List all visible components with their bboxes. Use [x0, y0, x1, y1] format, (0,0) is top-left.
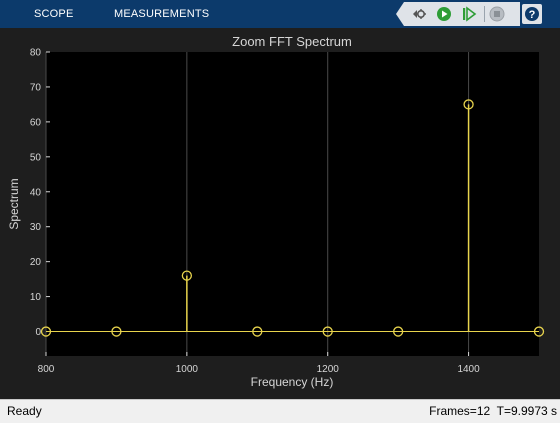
- zoom-config-icon[interactable]: [410, 5, 428, 23]
- y-tick-label: 50: [30, 152, 42, 163]
- y-tick-label: 70: [30, 82, 42, 93]
- status-bar: Ready Frames=12 T=9.9973 s: [0, 399, 560, 423]
- run-icon[interactable]: [435, 5, 453, 23]
- stop-icon[interactable]: [488, 5, 506, 23]
- x-tick-label: 1400: [457, 364, 480, 375]
- frames-count: Frames=12: [429, 404, 491, 418]
- y-tick-label: 80: [30, 48, 42, 59]
- toolstrip: SCOPE MEASUREMENTS ?: [0, 0, 560, 28]
- y-tick-label: 20: [30, 257, 42, 268]
- x-axis-label: Frequency (Hz): [251, 375, 334, 389]
- svg-text:?: ?: [529, 9, 536, 21]
- chart-title: Zoom FFT Spectrum: [232, 34, 352, 49]
- tab-measurements[interactable]: MEASUREMENTS: [114, 0, 209, 28]
- toolstrip-divider: [484, 6, 485, 22]
- y-tick-label: 0: [35, 327, 41, 338]
- step-forward-icon[interactable]: [460, 5, 478, 23]
- y-tick-label: 40: [30, 187, 42, 198]
- help-button[interactable]: ?: [522, 4, 542, 24]
- sim-time: T=9.9973 s: [496, 404, 557, 418]
- y-axis-label: Spectrum: [7, 178, 21, 229]
- help-icon: ?: [525, 7, 539, 21]
- simulation-controls: [396, 2, 520, 26]
- spectrum-axes: 800 1000 1200 1400 0 10 20 30 40 50 60 70 80 Zoom FF…: [7, 34, 545, 389]
- y-tick-label: 60: [30, 117, 42, 128]
- x-tick-label: 1000: [176, 364, 199, 375]
- x-tick-label: 800: [38, 364, 55, 375]
- status-frames-time: Frames=12 T=9.9973 s: [429, 404, 557, 418]
- status-text: Ready: [7, 404, 42, 418]
- y-tick-label: 10: [30, 292, 42, 303]
- y-tick-label: 30: [30, 222, 42, 233]
- x-tick-label: 1200: [317, 364, 340, 375]
- plot-area: [46, 52, 539, 356]
- tab-scope[interactable]: SCOPE: [34, 0, 74, 28]
